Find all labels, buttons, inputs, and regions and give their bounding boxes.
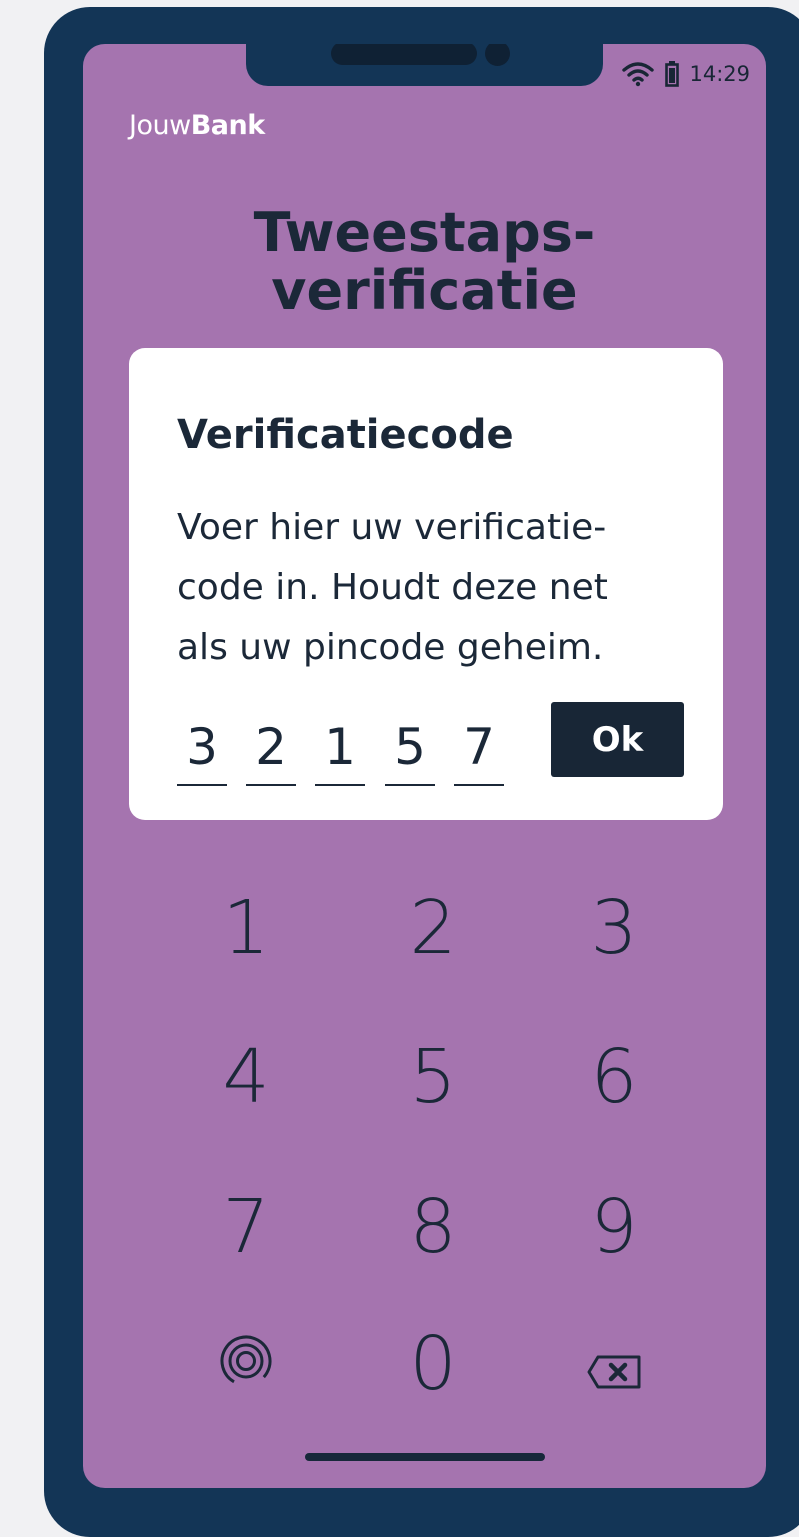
keypad-key-2[interactable]: 2 <box>358 873 508 983</box>
backspace-icon <box>587 1321 641 1407</box>
front-camera <box>485 44 510 66</box>
phone-screen: 14:29 JouwBank Tweestaps- verificatie Ve… <box>83 44 766 1488</box>
brand-bold: Bank <box>190 110 265 141</box>
card-instructions: Voer hier uw verificatie- code in. Houdt… <box>177 498 697 678</box>
page-title-line-1: Tweestaps- <box>253 201 596 265</box>
keypad-key-1[interactable]: 1 <box>171 873 321 983</box>
keypad-key-7[interactable]: 7 <box>171 1172 321 1282</box>
wifi-icon <box>621 61 655 87</box>
code-digit-2[interactable]: 2 <box>246 710 296 786</box>
keypad-key-8[interactable]: 8 <box>358 1172 508 1282</box>
keypad-key-6[interactable]: 6 <box>539 1022 689 1132</box>
instruction-line: code in. Houdt deze net <box>177 567 608 608</box>
keypad-key-9[interactable]: 9 <box>539 1172 689 1282</box>
keypad-key-5[interactable]: 5 <box>358 1022 508 1132</box>
brand-logo: JouwBank <box>129 110 265 141</box>
card-title: Verificatiecode <box>177 412 514 458</box>
keypad-key-3[interactable]: 3 <box>539 873 689 983</box>
home-indicator[interactable] <box>305 1453 545 1461</box>
fingerprint-button[interactable] <box>171 1309 321 1419</box>
backspace-button[interactable] <box>539 1309 689 1419</box>
fingerprint-icon <box>218 1321 274 1407</box>
status-bar: 14:29 <box>621 61 750 87</box>
phone-notch <box>246 44 603 86</box>
instruction-line: als uw pincode geheim. <box>177 627 604 668</box>
ok-button[interactable]: Ok <box>551 702 684 777</box>
code-digit-3[interactable]: 1 <box>315 710 365 786</box>
verification-card: Verificatiecode Voer hier uw verificatie… <box>129 348 723 820</box>
status-time: 14:29 <box>689 62 750 86</box>
instruction-line: Voer hier uw verificatie- <box>177 507 607 548</box>
speaker-grille <box>331 44 477 65</box>
code-digit-1[interactable]: 3 <box>177 710 227 786</box>
code-digit-4[interactable]: 5 <box>385 710 435 786</box>
page-title: Tweestaps- verificatie <box>83 204 766 320</box>
keypad-key-0[interactable]: 0 <box>358 1309 508 1419</box>
page-title-line-2: verificatie <box>271 259 578 323</box>
code-digit-5[interactable]: 7 <box>454 710 504 786</box>
keypad-key-4[interactable]: 4 <box>171 1022 321 1132</box>
brand-prefix: Jouw <box>129 110 191 141</box>
battery-icon <box>665 61 680 87</box>
